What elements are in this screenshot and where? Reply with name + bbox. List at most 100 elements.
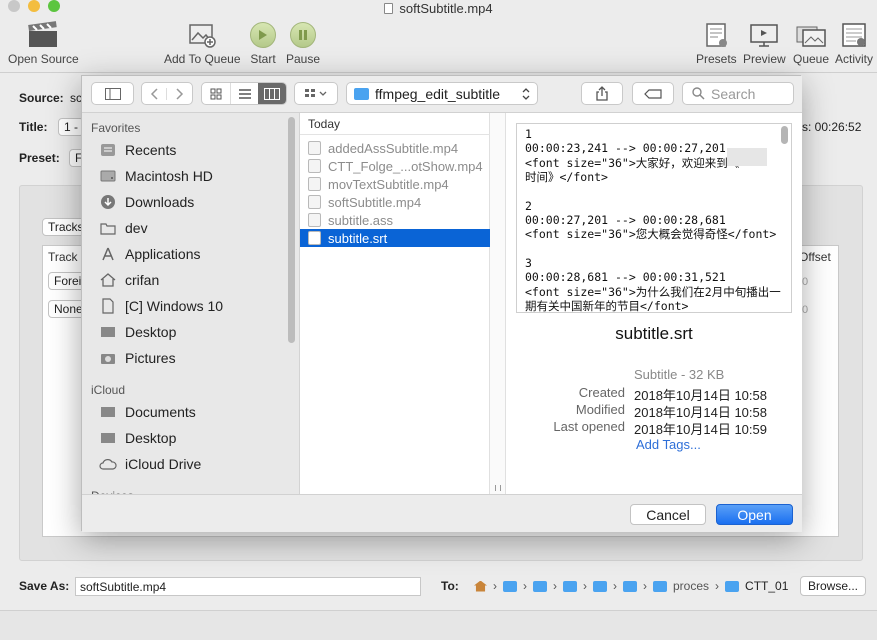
chevron-right-icon: ›	[553, 579, 557, 593]
pause-button[interactable]: Pause	[286, 21, 320, 66]
preview-button[interactable]: Preview	[743, 21, 786, 66]
sidebar-item-pictures[interactable]: Pictures	[99, 346, 176, 370]
modified-label: Modified	[575, 402, 625, 417]
recents-icon	[99, 142, 117, 158]
file-name: CTT_Folge_...otShow.mp4	[328, 158, 483, 174]
kind-size: Subtitle - 32 KB	[634, 367, 725, 382]
file-name: addedAssSubtitle.mp4	[328, 140, 459, 156]
folder-icon	[563, 580, 577, 592]
sidebar-scrollbar[interactable]	[288, 117, 295, 343]
sidebar-item-downloads[interactable]: Downloads	[99, 190, 194, 214]
preview-line: <font size="36">为什么我们在2月中旬播出一	[525, 284, 781, 299]
share-button[interactable]	[581, 82, 623, 105]
add-photo-icon	[186, 21, 218, 49]
document-icon	[384, 3, 394, 14]
list-icon	[238, 88, 251, 99]
browse-button[interactable]: Browse...	[800, 576, 867, 596]
open-button[interactable]: Open	[716, 504, 793, 525]
sidebar-item-icloud-desktop[interactable]: Desktop	[99, 426, 176, 450]
sidebar-item-applications[interactable]: Applications	[99, 242, 201, 266]
play-icon	[250, 22, 276, 48]
back-button[interactable]	[142, 87, 168, 100]
presets-button[interactable]: Presets	[696, 21, 737, 66]
folder-icon	[653, 580, 667, 592]
preview-line: 3	[525, 255, 532, 270]
add-tags-link[interactable]: Add Tags...	[636, 437, 701, 452]
folder-icon	[354, 87, 369, 100]
icon-view-button[interactable]	[202, 83, 230, 104]
preview-line	[525, 185, 783, 199]
file-row[interactable]: softSubtitle.mp4	[300, 193, 490, 211]
file-row[interactable]: movTextSubtitle.mp4	[300, 175, 490, 193]
column-header-today: Today	[300, 113, 490, 135]
created-label: Created	[578, 385, 625, 400]
sidebar-item-windows-10[interactable]: [C] Windows 10	[99, 294, 223, 318]
sidebar-item-crifan[interactable]: crifan	[99, 268, 159, 292]
folder-icon	[533, 580, 547, 592]
open-source-button[interactable]: Open Source	[8, 21, 79, 66]
location-popup[interactable]: ffmpeg_edit_subtitle	[346, 82, 538, 105]
file-row[interactable]: addedAssSubtitle.mp4	[300, 139, 490, 157]
zoom-window-button[interactable]	[48, 0, 60, 12]
list-view-button[interactable]	[229, 83, 259, 104]
preview-scrollbar[interactable]	[781, 126, 788, 144]
hard-drive-icon	[99, 168, 117, 184]
queue-button[interactable]: Queue	[793, 21, 829, 66]
download-icon	[99, 194, 117, 210]
group-view-button[interactable]	[294, 82, 338, 105]
path-segment-last: CTT_01	[745, 579, 789, 593]
dialog-sidebar: Favorites Recents Macintosh HD Downloads…	[82, 113, 300, 532]
column-view-button[interactable]	[258, 83, 286, 104]
preview-line: 1	[525, 127, 532, 141]
preview-pane: 1 00:00:23,241 --> 00:00:27,201 <font si…	[506, 113, 802, 494]
source-label: Source:	[19, 91, 64, 105]
desktop-icon	[99, 324, 117, 340]
add-to-queue-label: Add To Queue	[164, 52, 241, 66]
sidebar-toggle-button[interactable]	[91, 82, 134, 105]
file-row[interactable]: subtitle.ass	[300, 211, 490, 229]
folder-icon	[99, 220, 117, 236]
sidebar-item-label: crifan	[125, 272, 160, 288]
last-opened-label: Last opened	[553, 419, 625, 434]
sidebar-item-label: iCloud Drive	[125, 456, 202, 472]
documents-icon	[99, 404, 117, 420]
forward-button[interactable]	[167, 87, 192, 100]
folder-icon	[623, 580, 637, 592]
view-mode-control	[201, 82, 287, 105]
sidebar-item-documents[interactable]: Documents	[99, 400, 196, 424]
sidebar-item-label: Applications	[125, 246, 201, 262]
preview-line: 2	[525, 198, 532, 213]
search-field[interactable]: Search	[682, 82, 794, 105]
sidebar-item-label: Documents	[125, 404, 196, 420]
icloud-header: iCloud	[91, 383, 126, 397]
sidebar-item-recents[interactable]: Recents	[99, 138, 176, 162]
tags-button[interactable]	[632, 82, 674, 105]
offset-column-header: Offset	[799, 250, 831, 264]
column-resize-handle[interactable]	[490, 113, 506, 494]
start-button[interactable]: Start	[247, 21, 279, 66]
destination-path[interactable]: › › › › › › proces › CTT_01	[474, 579, 788, 593]
activity-button[interactable]: Activity	[835, 21, 873, 66]
save-as-input[interactable]: softSubtitle.mp4	[75, 577, 421, 596]
add-to-queue-button[interactable]: Add To Queue	[164, 21, 241, 66]
save-bar: Save As: softSubtitle.mp4 To: › › › › › …	[0, 570, 877, 610]
dialog-toolbar: ffmpeg_edit_subtitle Search	[82, 76, 802, 113]
file-row[interactable]: CTT_Folge_...otShow.mp4	[300, 157, 490, 175]
pause-label: Pause	[286, 52, 321, 66]
duration-text: s: 00:26:52	[802, 120, 862, 134]
sidebar-item-macintosh-hd[interactable]: Macintosh HD	[99, 164, 213, 188]
sidebar-item-dev[interactable]: dev	[99, 216, 148, 240]
sidebar-item-desktop[interactable]: Desktop	[99, 320, 176, 344]
preview-line: 00:00:27,201 --> 00:00:28,681	[525, 213, 726, 228]
last-opened-value: 2018年10月14日 10:59	[634, 422, 767, 437]
file-name: subtitle.ass	[328, 212, 394, 228]
movie-file-icon	[308, 141, 321, 155]
track-column-header: Track	[48, 250, 78, 264]
chevron-right-icon: ›	[643, 579, 647, 593]
close-window-button[interactable]	[8, 0, 20, 12]
minimize-window-button[interactable]	[28, 0, 40, 12]
cancel-button[interactable]: Cancel	[630, 504, 706, 525]
file-row-selected[interactable]: subtitle.srt	[300, 229, 490, 247]
chevron-right-icon: ›	[493, 579, 497, 593]
sidebar-item-icloud-drive[interactable]: iCloud Drive	[99, 452, 201, 476]
